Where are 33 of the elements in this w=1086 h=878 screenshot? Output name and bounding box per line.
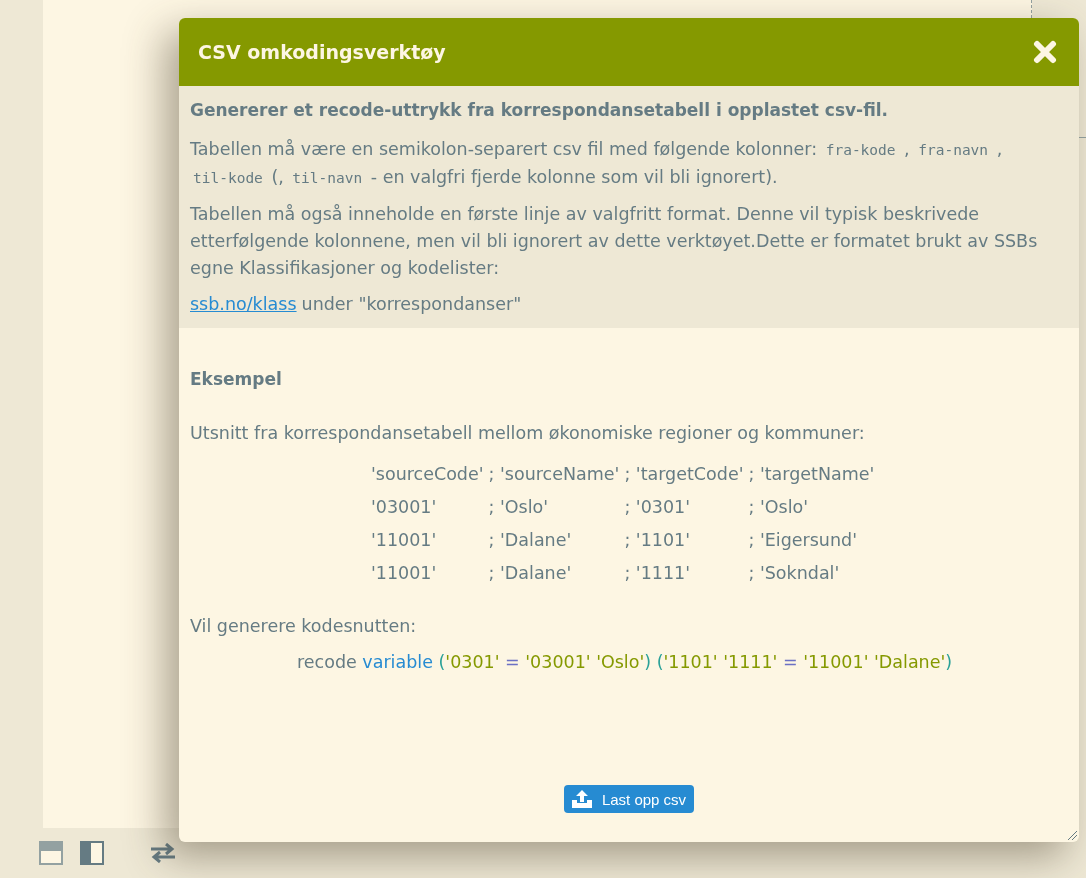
table-cell-text: 'sourceCode' [371,463,484,486]
table-cell-text: ; 'Eigersund' [748,529,858,552]
example-heading: Eksempel [190,368,283,391]
intro-paragraph: Tabellen må være en semikolon-separert csv fil med følgende kolonner: fra-kode , fra-navn , til-kode (, til-navn - en valgfri fjerde kolonne som vil bli ignorert). [190,138,1004,189]
side-panel-layout-button[interactable] [80,841,104,865]
dialog-title: CSV omkodingsverktøy [198,41,446,63]
table-cell-text: ; 'Sokndal' [748,562,841,585]
table-cell-text: ; 'Oslo' [748,496,809,519]
code-snippet: recode variable ('0301' = '03001' 'Oslo') ('1101' '1111' = '11001' 'Dalane') [297,651,953,674]
upload-csv-button[interactable]: Last opp csv [563,785,695,813]
top-panel-layout-button[interactable] [39,841,63,865]
table-cell-text: ; 'Dalane' [488,562,573,585]
resize-grip-icon[interactable] [1067,830,1077,840]
intro-paragraph: Tabellen må også inneholde en første linje av valgfritt format. Denne vil typisk beskrivede etterfølgende kolonnene, men vil bli ignorert av dette verktøyet.Dette er formatet brukt av SSBs egne Klassifikasjoner og kodelister: [190,203,1039,280]
upload-icon [570,789,593,809]
table-cell-text: ; 'Oslo' [488,496,550,519]
result-label: Vil generere kodesnutten: [190,615,418,638]
table-cell-text: ; '1101' [624,529,691,552]
table-cell-text: ; 'sourceName' [488,463,620,486]
table-cell-text: ; 'Dalane' [488,529,573,552]
table-cell-text: ; 'targetCode' [624,463,744,486]
intro-heading: Genererer et recode-uttrykk fra korrespondansetabell i opplastet csv-fil. [190,99,890,122]
example-caption: Utsnitt fra korrespondansetabell mellom økonomiske regioner og kommuner: [190,422,866,445]
swap-button[interactable] [150,843,176,863]
klass-link[interactable]: ssb.no/klass [190,291,297,318]
link-suffix-text: under "korrespondanser" [301,293,522,316]
table-cell-text: '11001' [371,562,438,585]
table-cell-text: '03001' [371,496,438,519]
table-cell-text: ; '1111' [624,562,691,585]
table-cell-text: '11001' [371,529,438,552]
table-cell-text: ; 'targetName' [748,463,875,486]
table-cell-text: ; '0301' [624,496,691,519]
close-button[interactable] [1033,40,1057,64]
